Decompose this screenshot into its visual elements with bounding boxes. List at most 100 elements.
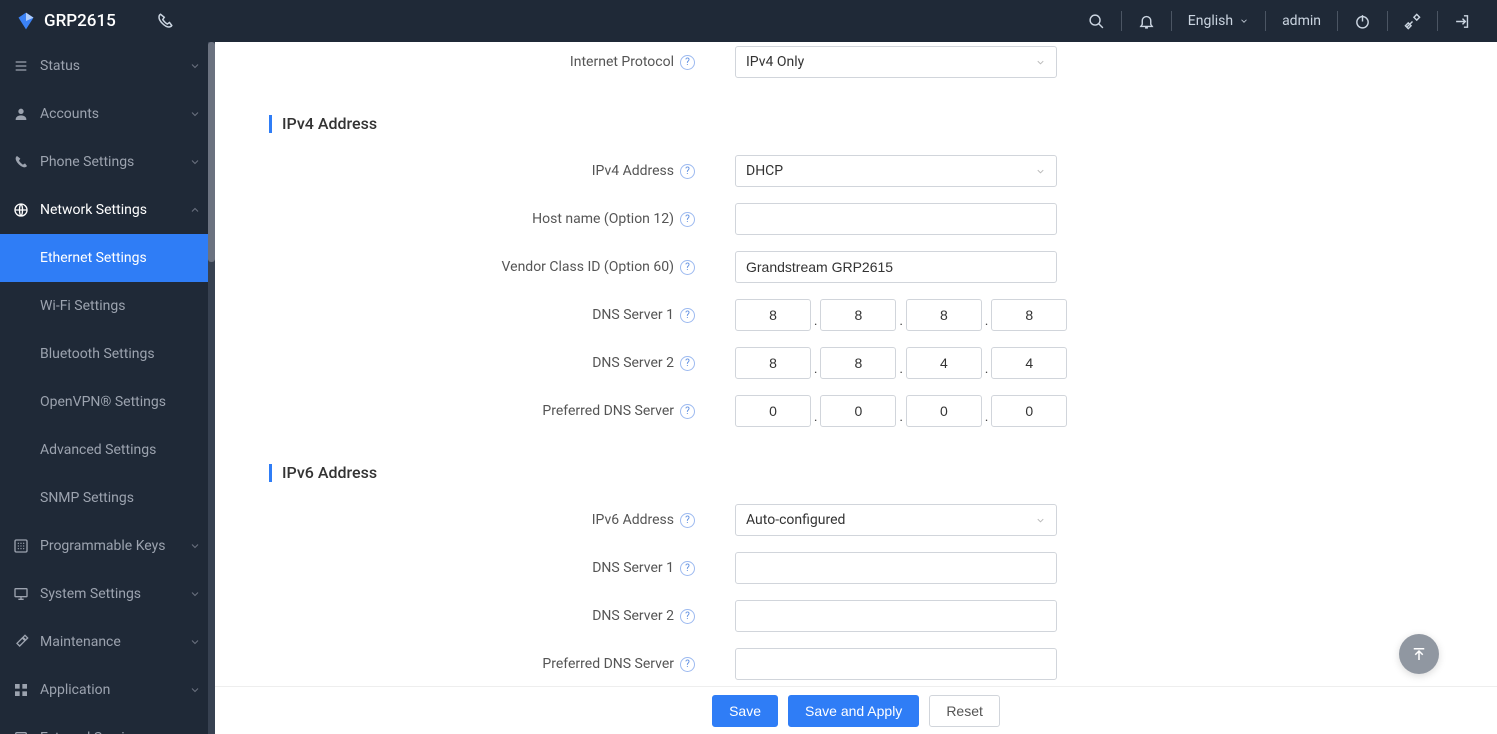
service-icon bbox=[10, 730, 32, 734]
row-vendor-class: Vendor Class ID (Option 60) ? bbox=[255, 243, 1457, 291]
input-dns2-oct4[interactable] bbox=[991, 347, 1067, 379]
chevron-down-icon bbox=[189, 636, 201, 648]
handset-icon[interactable] bbox=[156, 12, 174, 30]
sidebar-item-network-settings[interactable]: Network Settings bbox=[0, 186, 215, 234]
input-dns1-oct3[interactable] bbox=[906, 299, 982, 331]
section-ipv6: IPv6 Address bbox=[269, 463, 1457, 482]
sidebar-sub-openvpn[interactable]: OpenVPN® Settings bbox=[0, 378, 215, 426]
input-dns2-oct1[interactable] bbox=[735, 347, 811, 379]
list-icon bbox=[10, 58, 32, 74]
sidebar-item-external-service[interactable]: External Service bbox=[0, 714, 215, 734]
sidebar-item-accounts[interactable]: Accounts bbox=[0, 90, 215, 138]
help-icon[interactable]: ? bbox=[680, 55, 695, 70]
chevron-down-icon bbox=[1239, 16, 1249, 26]
row-ipv6-mode: IPv6 Address ? Auto-configured bbox=[255, 496, 1457, 544]
row-host-name: Host name (Option 12) ? bbox=[255, 195, 1457, 243]
help-icon[interactable]: ? bbox=[680, 356, 695, 371]
tools-button[interactable] bbox=[1388, 0, 1437, 42]
row-ipv6-dns2: DNS Server 2 ? bbox=[255, 592, 1457, 640]
user-label[interactable]: admin bbox=[1266, 0, 1337, 42]
input-vendor-class[interactable] bbox=[735, 251, 1057, 283]
reset-button[interactable]: Reset bbox=[929, 695, 1000, 727]
notifications-button[interactable] bbox=[1122, 0, 1171, 42]
power-button[interactable] bbox=[1338, 0, 1387, 42]
help-icon[interactable]: ? bbox=[680, 609, 695, 624]
sidebar-item-maintenance[interactable]: Maintenance bbox=[0, 618, 215, 666]
section-accent bbox=[269, 115, 272, 133]
help-icon[interactable]: ? bbox=[680, 404, 695, 419]
chevron-down-icon bbox=[1035, 515, 1046, 526]
main-content: Internet Protocol ? IPv4 Only IPv4 Addre… bbox=[215, 42, 1497, 734]
keypad-icon bbox=[10, 538, 32, 554]
input-dns2-oct3[interactable] bbox=[906, 347, 982, 379]
section-accent bbox=[269, 464, 272, 482]
chevron-down-icon bbox=[1035, 57, 1046, 68]
sidebar-item-status[interactable]: Status bbox=[0, 42, 215, 90]
input-dns2-oct2[interactable] bbox=[820, 347, 896, 379]
brand-logo-icon bbox=[16, 11, 36, 31]
language-select[interactable]: English bbox=[1172, 0, 1265, 42]
help-icon[interactable]: ? bbox=[680, 513, 695, 528]
sidebar-item-application[interactable]: Application bbox=[0, 666, 215, 714]
back-to-top-button[interactable] bbox=[1399, 634, 1439, 674]
sidebar-item-programmable-keys[interactable]: Programmable Keys bbox=[0, 522, 215, 570]
sidebar-item-system-settings[interactable]: System Settings bbox=[0, 570, 215, 618]
input-pdns-oct3[interactable] bbox=[906, 395, 982, 427]
row-ipv4-mode: IPv4 Address ? DHCP bbox=[255, 147, 1457, 195]
chevron-down-icon bbox=[189, 108, 201, 120]
product-name: GRP2615 bbox=[44, 11, 116, 31]
input-pdns-oct4[interactable] bbox=[991, 395, 1067, 427]
phone-icon bbox=[10, 154, 32, 170]
input-host-name[interactable] bbox=[735, 203, 1057, 235]
sidebar-item-phone-settings[interactable]: Phone Settings bbox=[0, 138, 215, 186]
row-dns2: DNS Server 2 ? . . . bbox=[255, 339, 1457, 387]
help-icon[interactable]: ? bbox=[680, 260, 695, 275]
row-pdns: Preferred DNS Server ? . . . bbox=[255, 387, 1457, 435]
row-ipv6-pdns: Preferred DNS Server ? bbox=[255, 640, 1457, 688]
section-ipv4: IPv4 Address bbox=[269, 114, 1457, 133]
sidebar-scrollbar-thumb[interactable] bbox=[208, 42, 215, 262]
save-button[interactable]: Save bbox=[712, 695, 778, 727]
sidebar-sub-snmp[interactable]: SNMP Settings bbox=[0, 474, 215, 522]
wrench-icon bbox=[10, 634, 32, 650]
globe-icon bbox=[10, 202, 32, 218]
select-ipv4-mode[interactable]: DHCP bbox=[735, 155, 1057, 187]
chevron-down-icon bbox=[189, 588, 201, 600]
select-internet-protocol[interactable]: IPv4 Only bbox=[735, 46, 1057, 78]
chevron-up-icon bbox=[189, 204, 201, 216]
search-button[interactable] bbox=[1072, 0, 1121, 42]
help-icon[interactable]: ? bbox=[680, 212, 695, 227]
select-ipv6-mode[interactable]: Auto-configured bbox=[735, 504, 1057, 536]
help-icon[interactable]: ? bbox=[680, 164, 695, 179]
top-right: English admin bbox=[1072, 0, 1487, 42]
row-dns1: DNS Server 1 ? . . . bbox=[255, 291, 1457, 339]
input-pdns-oct1[interactable] bbox=[735, 395, 811, 427]
chevron-down-icon bbox=[189, 156, 201, 168]
logout-button[interactable] bbox=[1438, 0, 1487, 42]
sidebar-sub-advanced[interactable]: Advanced Settings bbox=[0, 426, 215, 474]
sidebar: Status Accounts Phone Settings Network S… bbox=[0, 42, 215, 734]
chevron-down-icon bbox=[189, 60, 201, 72]
input-ipv6-dns2[interactable] bbox=[735, 600, 1057, 632]
help-icon[interactable]: ? bbox=[680, 561, 695, 576]
save-apply-button[interactable]: Save and Apply bbox=[788, 695, 919, 727]
sidebar-sub-wifi[interactable]: Wi-Fi Settings bbox=[0, 282, 215, 330]
input-ipv6-pdns[interactable] bbox=[735, 648, 1057, 680]
row-internet-protocol: Internet Protocol ? IPv4 Only bbox=[255, 42, 1457, 86]
apps-icon bbox=[10, 682, 32, 698]
help-icon[interactable]: ? bbox=[680, 308, 695, 323]
input-dns1-oct2[interactable] bbox=[820, 299, 896, 331]
input-dns1-oct4[interactable] bbox=[991, 299, 1067, 331]
input-dns1-oct1[interactable] bbox=[735, 299, 811, 331]
help-icon[interactable]: ? bbox=[680, 657, 695, 672]
logo: GRP2615 bbox=[10, 11, 116, 31]
chevron-down-icon bbox=[189, 684, 201, 696]
sidebar-sub-bluetooth[interactable]: Bluetooth Settings bbox=[0, 330, 215, 378]
row-ipv6-dns1: DNS Server 1 ? bbox=[255, 544, 1457, 592]
chevron-down-icon bbox=[189, 540, 201, 552]
input-pdns-oct2[interactable] bbox=[820, 395, 896, 427]
sidebar-scrollbar[interactable] bbox=[208, 42, 215, 734]
language-label: English bbox=[1188, 13, 1233, 29]
input-ipv6-dns1[interactable] bbox=[735, 552, 1057, 584]
sidebar-sub-ethernet[interactable]: Ethernet Settings bbox=[0, 234, 215, 282]
